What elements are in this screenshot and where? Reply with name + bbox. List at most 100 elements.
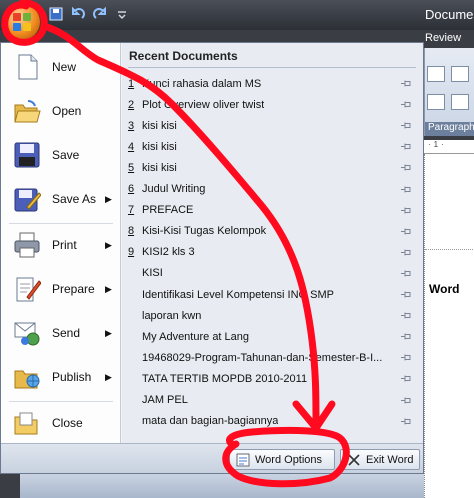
new-document-icon [13,53,41,81]
customize-icon[interactable] [114,6,130,22]
pin-icon[interactable] [400,353,412,362]
pin-icon[interactable] [400,100,412,109]
prepare-icon [13,275,42,303]
save-command[interactable]: Save [1,133,121,177]
office-button[interactable] [4,4,40,40]
recent-document-number: 7 [128,204,135,217]
pin-icon[interactable] [400,248,412,257]
save-as-command[interactable]: Save As ▶ [1,177,121,221]
recent-document-item[interactable]: 7 PREFACE [128,200,418,221]
recent-document-name: Kunci rahasia dalam MS [142,77,262,90]
recent-document-item[interactable]: KISI [128,263,418,284]
recent-document-name: TATA TERTIB MOPDB 2010-2011 [142,372,308,385]
save-disk-icon [13,141,41,169]
send-label: Send [52,326,81,340]
publish-label: Publish [52,370,92,384]
send-command[interactable]: Send ▶ [1,311,121,355]
submenu-arrow-icon: ▶ [105,371,112,382]
recent-document-item[interactable]: 3 kisi kisi [128,115,418,136]
command-list: New Open Save Save As ▶ Print ▶ Prepare … [1,43,121,443]
open-label: Open [52,104,82,118]
pin-icon[interactable] [400,311,412,320]
recent-document-name: Judul Writing [142,183,206,195]
pin-icon[interactable] [400,396,412,405]
recent-document-item[interactable]: 4 kisi kisi [128,136,418,157]
exit-word-button[interactable]: Exit Word [340,449,420,470]
recent-document-name: 19468029-Program-Tahunan-dan-Semester-B-… [142,351,383,364]
close-folder-icon [13,409,41,437]
recent-document-number: 3 [128,119,135,132]
ribbon: Paragraph [424,48,474,136]
recent-document-name: Identifikasi Level Kompetensi ING SMP [142,288,334,301]
pin-icon[interactable] [400,417,412,426]
save-as-label: Save As [52,192,97,206]
save-icon[interactable] [48,6,64,22]
recent-document-item[interactable]: TATA TERTIB MOPDB 2010-2011 [128,368,418,389]
submenu-arrow-icon: ▶ [105,193,112,204]
status-bar [0,474,424,498]
pin-icon[interactable] [400,332,412,341]
recent-document-name: Plot Overview oliver twist [142,98,265,111]
close-command[interactable]: Close [1,401,121,445]
open-command[interactable]: Open [1,89,121,133]
align-button[interactable] [427,94,445,110]
recent-document-name: JAM PEL [142,394,188,406]
word-options-label: Word Options [255,453,323,466]
publish-command[interactable]: Publish ▶ [1,355,121,399]
pin-icon[interactable] [400,374,412,383]
undo-icon[interactable] [70,6,86,22]
multilevel-list-button[interactable] [451,66,469,82]
recent-document-item[interactable]: 8 Kisi-Kisi Tugas Kelompok [128,221,418,242]
prepare-command[interactable]: Prepare ▶ [1,267,121,311]
close-label: Close [52,416,83,430]
pin-icon[interactable] [400,269,412,278]
pin-icon[interactable] [400,227,412,236]
pin-icon[interactable] [400,290,412,299]
recent-document-item[interactable]: My Adventure at Lang [128,326,418,347]
pin-icon[interactable] [400,79,412,88]
justify-button[interactable] [451,94,469,110]
document-page[interactable]: Word [424,154,474,498]
recent-document-name: PREFACE [142,204,194,217]
recent-document-item[interactable]: 9 KISI2 kls 3 [128,242,418,263]
recent-document-name: kisi kisi [142,119,177,132]
recent-document-item[interactable]: laporan kwn [128,305,418,326]
pin-icon[interactable] [400,142,412,151]
recent-document-name: My Adventure at Lang [142,330,250,343]
recent-document-item[interactable]: Identifikasi Level Kompetensi ING SMP [128,284,418,305]
recent-document-item[interactable]: 5 kisi kisi [128,157,418,178]
recent-document-item[interactable]: mata dan bagian-bagiannya [128,411,418,432]
pin-icon[interactable] [400,163,412,172]
pin-icon[interactable] [400,185,412,194]
office-menu: New Open Save Save As ▶ Print ▶ Prepare … [0,42,424,474]
word-options-button[interactable]: Word Options [229,449,335,470]
window-edge [0,474,20,498]
submenu-arrow-icon: ▶ [105,327,112,338]
recent-document-item[interactable]: JAM PEL [128,390,418,411]
recent-document-name: KISI2 kls 3 [142,246,195,259]
options-icon [236,453,250,467]
text-boundary [425,249,474,250]
ruler: ·1· [424,140,474,154]
recent-document-item[interactable]: 19468029-Program-Tahunan-dan-Semester-B-… [128,347,418,368]
redo-icon[interactable] [92,6,108,22]
pin-icon[interactable] [400,206,412,215]
recent-document-number: 4 [128,140,135,153]
recent-document-name: Kisi-Kisi Tugas Kelompok [142,225,267,238]
recent-document-item[interactable]: 2 Plot Overview oliver twist [128,94,418,115]
recent-document-number: 5 [128,161,135,174]
pin-icon[interactable] [400,121,412,130]
recent-document-name: mata dan bagian-bagiannya [142,415,279,428]
recent-document-item[interactable]: 6 Judul Writing [128,179,418,200]
recent-documents-heading: Recent Documents [129,49,238,63]
office-logo-icon [13,13,31,31]
tab-review[interactable]: Review [425,32,461,44]
print-label: Print [52,238,77,252]
quick-access-toolbar [48,6,130,22]
menu-footer: Word Options Exit Word [1,443,423,473]
recent-document-item[interactable]: 1 Kunci rahasia dalam MS [128,73,418,94]
recent-document-number: 9 [128,246,135,259]
new-command[interactable]: New [1,45,121,89]
print-command[interactable]: Print ▶ [1,223,121,267]
list-button[interactable] [427,66,445,82]
